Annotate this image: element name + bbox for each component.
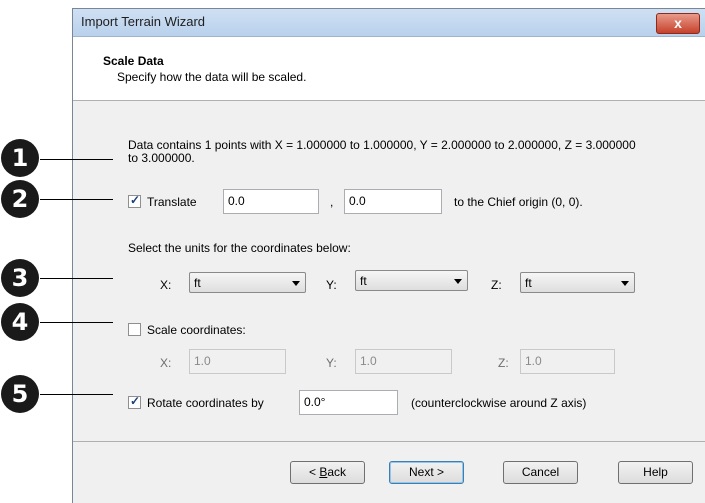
callout-2-leader	[40, 199, 113, 200]
scale-x-label: X:	[160, 356, 172, 370]
scale-y-label: Y:	[326, 356, 337, 370]
back-button[interactable]: < Back	[290, 461, 365, 484]
import-terrain-wizard-dialog: Import Terrain Wizard x Scale Data Speci…	[72, 8, 705, 503]
units-x-value: ft	[194, 276, 201, 290]
page-subtitle: Specify how the data will be scaled.	[117, 70, 307, 84]
scale-label[interactable]: Scale coordinates:	[147, 323, 246, 337]
footer-divider	[73, 441, 705, 442]
help-button[interactable]: Help	[618, 461, 693, 484]
close-icon: x	[674, 15, 682, 31]
scale-z-input[interactable]: 1.0	[520, 349, 615, 374]
scale-checkbox[interactable]	[128, 323, 141, 336]
callout-5-badge: 5	[1, 375, 39, 413]
wizard-header: Scale Data Specify how the data will be …	[73, 37, 705, 101]
translate-label[interactable]: Translate	[147, 195, 197, 209]
units-prompt: Select the units for the coordinates bel…	[128, 241, 351, 255]
chevron-down-icon	[292, 281, 300, 286]
callout-3-leader	[40, 278, 113, 279]
callout-1-badge: 1	[1, 139, 39, 177]
callout-3: 3	[0, 259, 40, 299]
callout-2: 2	[0, 180, 40, 220]
scale-z-label: Z:	[498, 356, 509, 370]
callout-4: 4	[0, 303, 40, 343]
next-button[interactable]: Next >	[389, 461, 464, 484]
callout-1: 1	[0, 139, 40, 179]
scale-y-input[interactable]: 1.0	[355, 349, 452, 374]
rotate-suffix: (counterclockwise around Z axis)	[411, 396, 587, 410]
translate-suffix: to the Chief origin (0, 0).	[454, 195, 583, 209]
cancel-button[interactable]: Cancel	[503, 461, 578, 484]
callout-4-leader	[40, 322, 113, 323]
back-prefix: <	[308, 465, 320, 479]
rotate-label[interactable]: Rotate coordinates by	[147, 396, 264, 410]
translate-y-input[interactable]: 0.0	[344, 189, 442, 214]
rotate-checkbox[interactable]	[128, 394, 141, 409]
rotate-angle-input[interactable]: 0.0°	[299, 390, 398, 415]
back-rest: ack	[327, 465, 347, 479]
translate-x-input[interactable]: 0.0	[223, 189, 319, 214]
units-y-select[interactable]: ft	[355, 270, 468, 291]
close-button[interactable]: x	[656, 13, 700, 34]
callout-3-badge: 3	[1, 259, 39, 297]
data-summary-text: Data contains 1 points with X = 1.000000…	[128, 138, 636, 165]
callout-2-badge: 2	[1, 180, 39, 218]
callout-4-badge: 4	[1, 303, 39, 341]
callout-5-leader	[40, 394, 113, 395]
units-y-value: ft	[360, 274, 367, 288]
scale-x-input[interactable]: 1.0	[189, 349, 286, 374]
units-z-select[interactable]: ft	[520, 272, 635, 293]
translate-checkbox[interactable]	[128, 193, 141, 208]
callout-5: 5	[0, 375, 40, 415]
titlebar: Import Terrain Wizard x	[73, 9, 705, 37]
translate-separator: ,	[330, 195, 334, 209]
window-title: Import Terrain Wizard	[81, 14, 206, 29]
page-title: Scale Data	[103, 54, 164, 68]
units-z-label: Z:	[491, 278, 502, 292]
units-y-label: Y:	[326, 278, 337, 292]
units-x-label: X:	[160, 278, 172, 292]
chevron-down-icon	[621, 281, 629, 286]
units-x-select[interactable]: ft	[189, 272, 306, 293]
units-z-value: ft	[525, 276, 532, 290]
chevron-down-icon	[454, 279, 462, 284]
callout-1-leader	[40, 159, 113, 160]
